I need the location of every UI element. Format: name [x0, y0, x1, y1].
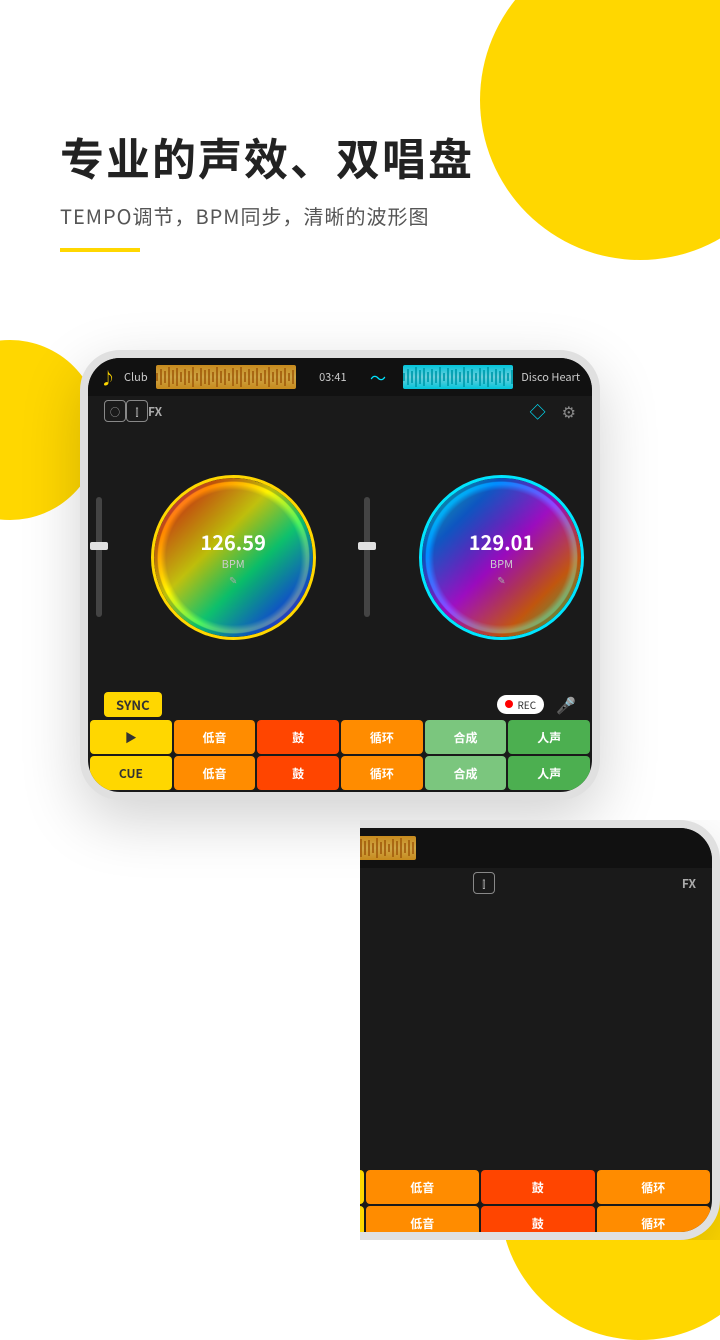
vocal-button-2[interactable]: 人声 [508, 756, 590, 790]
dj-screen-1: ♪ Club [88, 358, 592, 792]
cue-button[interactable]: CUE [90, 756, 172, 790]
rec-dot [505, 700, 513, 708]
left-edit-icon: ✎ [200, 572, 266, 587]
music-note-icon: ♪ [100, 365, 116, 389]
device-section-2: ♪ Club [200, 820, 720, 1240]
waveform-right [403, 365, 513, 389]
heartbeat-icon: 〜 [370, 365, 386, 389]
dj2-controls-row: ○ ⫿ FX [248, 868, 712, 898]
dj2-circle-btn[interactable]: ○ [264, 872, 286, 894]
dj2-tempo-slider[interactable] [264, 958, 270, 1078]
mix-button-1[interactable]: 合成 [425, 720, 507, 754]
dj2-fx-label[interactable]: FX [682, 875, 696, 892]
track-right-info: Disco Heart [403, 365, 580, 389]
left-bpm-label: BPM [200, 556, 266, 572]
blob-top-right [480, 0, 720, 260]
play-button[interactable]: ▶ [90, 720, 172, 754]
dj-controls-row: ○ ⫿ FX ◇ ⚙ [88, 396, 592, 426]
dj-topbar: ♪ Club [88, 358, 592, 396]
drum-button-1[interactable]: 鼓 [257, 720, 339, 754]
bass-button-2[interactable]: 低音 [174, 756, 256, 790]
device-section-1: ♪ Club [80, 350, 600, 800]
left-bpm-value: 126.59 [200, 527, 266, 556]
right-bpm-value: 129.01 [469, 527, 535, 556]
track-left-info: ♪ Club [100, 365, 296, 389]
dj2-sync-row: SYNC [248, 1138, 712, 1170]
main-title: 专业的声效、双唱盘 [60, 130, 474, 183]
dj2-pad-row-1: ▶ 低音 鼓 循环 [248, 1170, 712, 1204]
sync-button[interactable]: SYNC [104, 692, 162, 717]
yellow-bar [60, 248, 140, 252]
dj2-loop-button[interactable]: 循环 [597, 1170, 711, 1204]
vocal-button-1[interactable]: 人声 [508, 720, 590, 754]
dj2-drum-button-2[interactable]: 鼓 [481, 1206, 595, 1240]
loop-button-2[interactable]: 循环 [341, 756, 423, 790]
dj2-sync-button[interactable]: SYNC [264, 1142, 322, 1167]
rec-label: REC [517, 697, 536, 712]
gear-icon[interactable]: ⚙ [562, 399, 576, 423]
pad-row-2: CUE 低音 鼓 循环 合成 人声 [88, 756, 592, 790]
dj2-turntable-area [248, 898, 712, 1138]
track-time: 03:41 [313, 369, 353, 385]
dj2-track-name: Club [284, 840, 308, 856]
dj2-bass-button[interactable]: 低音 [366, 1170, 480, 1204]
dj2-drum-button[interactable]: 鼓 [481, 1170, 595, 1204]
phone-mockup-2: ♪ Club [240, 820, 720, 1240]
eq-btn[interactable]: ⫿ [126, 400, 148, 422]
waveform-left [156, 365, 296, 389]
left-turntable-info: 126.59 BPM ✎ [200, 527, 266, 587]
fx-label[interactable]: FX [148, 403, 162, 420]
dj2-track-left: ♪ Club [260, 836, 416, 860]
right-turntable[interactable]: 129.01 BPM ✎ [419, 475, 584, 640]
sub-title: TEMPO调节，BPM同步，清晰的波形图 [60, 201, 474, 230]
dj2-slider-thumb [258, 1003, 276, 1011]
dj-turntable-row: 126.59 BPM ✎ 129 [88, 426, 592, 688]
circle-btn[interactable]: ○ [104, 400, 126, 422]
loop-button-1[interactable]: 循环 [341, 720, 423, 754]
phone-mockup-1: ♪ Club [80, 350, 600, 800]
rec-button[interactable]: REC [497, 695, 544, 714]
dj2-pad-row-2: CUE 低音 鼓 循环 [248, 1206, 712, 1240]
dj-screen-2: ♪ Club [248, 828, 712, 1232]
center-slider-thumb [358, 542, 376, 550]
dj2-bass-button-2[interactable]: 低音 [366, 1206, 480, 1240]
dj-sync-rec-row: SYNC REC 🎤 [88, 688, 592, 720]
diamond-icon[interactable]: ◇ [530, 399, 546, 423]
track-name-left: Club [124, 369, 148, 385]
dj2-cue-button[interactable]: CUE [250, 1206, 364, 1240]
drum-button-2[interactable]: 鼓 [257, 756, 339, 790]
pad-row-1: ▶ 低音 鼓 循环 合成 人声 [88, 720, 592, 754]
dj2-note-icon: ♪ [260, 836, 276, 860]
dj2-slider-col [264, 938, 270, 1098]
mic-icon[interactable]: 🎤 [556, 692, 576, 716]
dj2-play-button[interactable]: ▶ [250, 1170, 364, 1204]
bass-button-1[interactable]: 低音 [174, 720, 256, 754]
left-turntable[interactable]: 126.59 BPM ✎ [151, 475, 316, 640]
dj2-topbar: ♪ Club [248, 828, 712, 868]
mix-button-2[interactable]: 合成 [425, 756, 507, 790]
right-bpm-label: BPM [469, 556, 535, 572]
dj2-waveform [316, 836, 416, 860]
right-edit-icon: ✎ [469, 572, 535, 587]
dj2-eq-btn[interactable]: ⫿ [473, 872, 495, 894]
left-slider-thumb [90, 542, 108, 550]
center-vol-slider[interactable] [364, 497, 370, 617]
dj2-loop-button-2[interactable]: 循环 [597, 1206, 711, 1240]
center-slider-col [364, 477, 370, 637]
right-turntable-info: 129.01 BPM ✎ [469, 527, 535, 587]
left-slider-col [96, 477, 102, 637]
text-section: 专业的声效、双唱盘 TEMPO调节，BPM同步，清晰的波形图 [60, 130, 474, 252]
track-name-right: Disco Heart [521, 369, 580, 385]
left-tempo-slider[interactable] [96, 497, 102, 617]
